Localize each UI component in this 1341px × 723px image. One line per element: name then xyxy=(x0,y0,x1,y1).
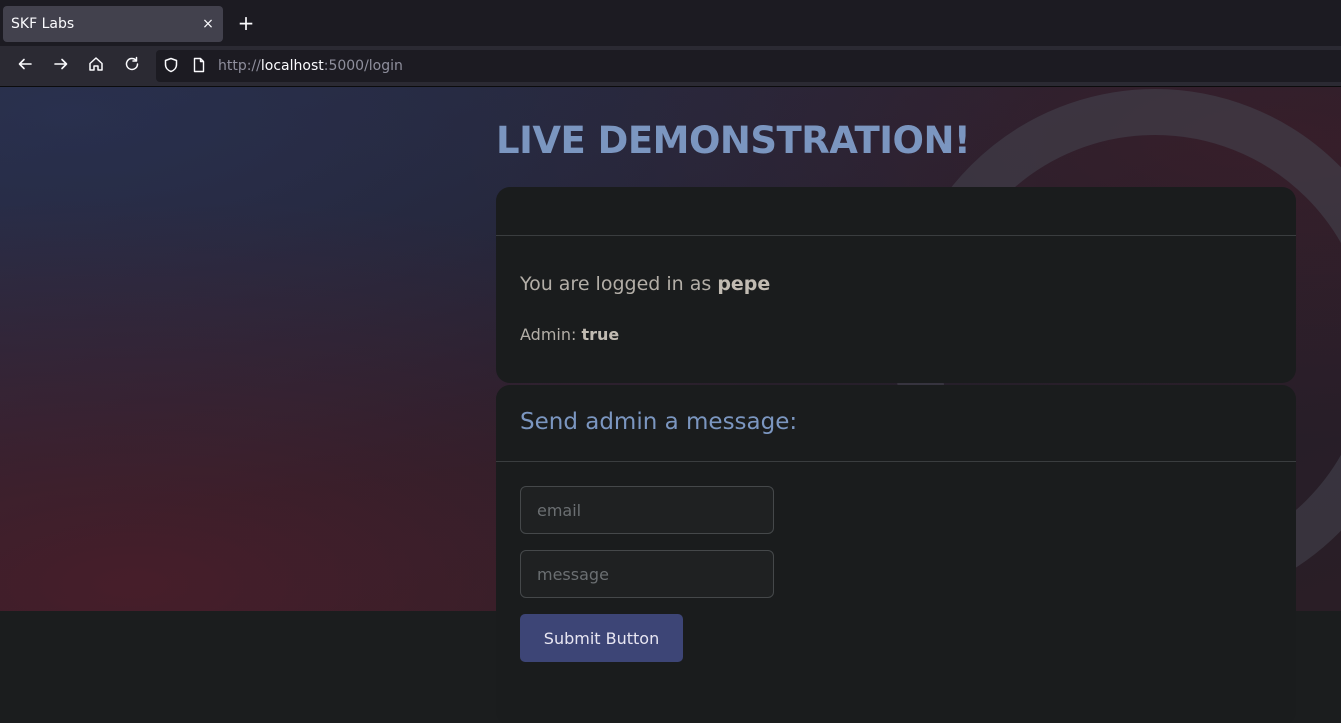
tab-strip: SKF Labs × + xyxy=(0,0,1341,46)
username: pepe xyxy=(717,273,771,295)
email-field[interactable] xyxy=(520,486,774,534)
message-field[interactable] xyxy=(520,550,774,598)
page-title: LIVE DEMONSTRATION! xyxy=(496,119,971,162)
card-header xyxy=(496,187,1296,236)
back-arrow-icon[interactable] xyxy=(15,56,35,76)
forward-arrow-icon[interactable] xyxy=(51,56,71,76)
logged-in-text: You are logged in as pepe xyxy=(520,273,770,295)
home-icon[interactable] xyxy=(86,56,106,76)
admin-label: Admin: xyxy=(520,325,582,344)
url-path: :5000/login xyxy=(323,58,403,74)
admin-value: true xyxy=(581,325,620,344)
url-host: localhost xyxy=(260,58,324,74)
page-info-icon[interactable] xyxy=(190,57,208,75)
logged-in-prefix: You are logged in as xyxy=(520,273,718,295)
message-card: Send admin a message: Submit Button xyxy=(496,385,1296,723)
close-tab-icon[interactable]: × xyxy=(199,15,217,33)
submit-button[interactable]: Submit Button xyxy=(520,614,683,662)
navigation-toolbar: http://localhost:5000/login xyxy=(0,46,1341,87)
admin-status: Admin: true xyxy=(520,325,619,344)
url-scheme: http:// xyxy=(218,58,261,74)
tracking-protection-shield-icon[interactable] xyxy=(162,57,180,75)
reload-icon[interactable] xyxy=(122,56,142,76)
tab-skf-labs[interactable]: SKF Labs × xyxy=(3,6,223,42)
new-tab-icon[interactable]: + xyxy=(235,12,257,34)
url-bar[interactable]: http://localhost:5000/login xyxy=(156,50,1341,82)
page-viewport: LIVE DEMONSTRATION! You are logged in as… xyxy=(0,87,1341,723)
message-card-title: Send admin a message: xyxy=(520,409,798,435)
divider xyxy=(496,461,1296,462)
tab-title: SKF Labs xyxy=(11,16,75,32)
login-status-card: You are logged in as pepe Admin: true xyxy=(496,187,1296,383)
url-text[interactable]: http://localhost:5000/login xyxy=(218,58,403,74)
